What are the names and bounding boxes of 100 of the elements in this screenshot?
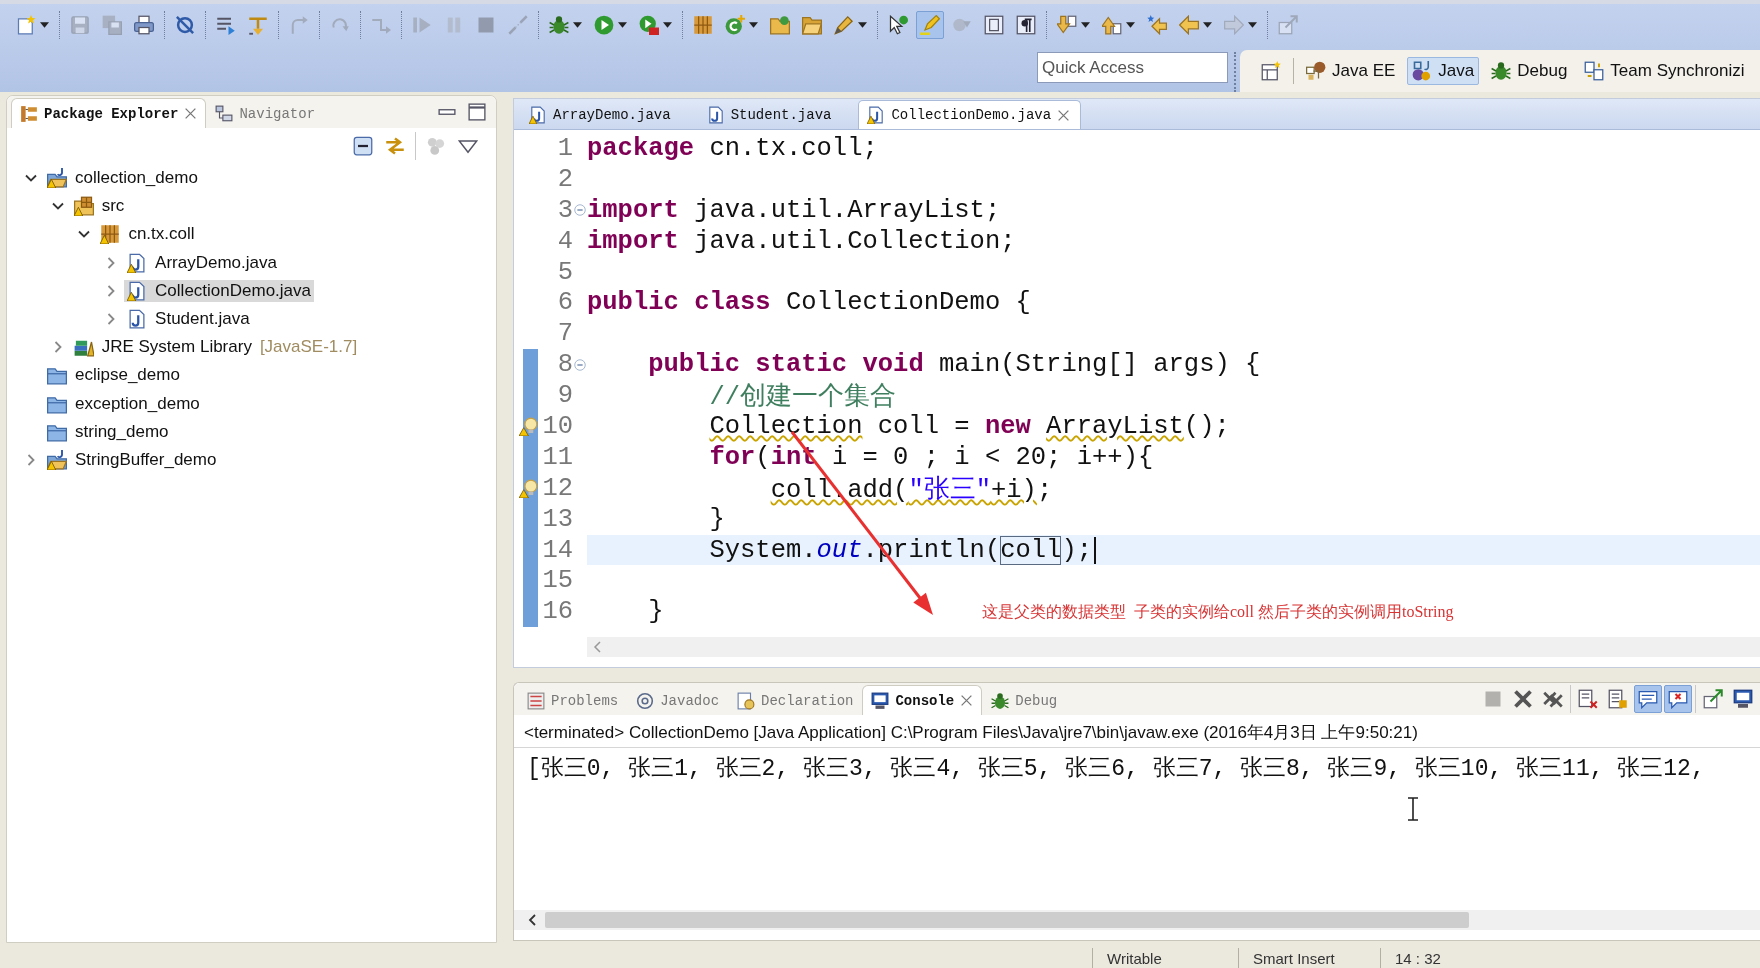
perspective-button[interactable]: Debug [1486, 57, 1573, 85]
down-arrow-icon [1057, 14, 1077, 35]
dashed-line-icon [508, 14, 528, 35]
caret-icon [749, 21, 758, 28]
close-icon[interactable] [960, 694, 974, 707]
toolbar-button[interactable] [1634, 685, 1662, 713]
view-tab[interactable]: Javadoc [627, 685, 729, 715]
box-arrow-icon [1278, 14, 1298, 35]
code-line: } [648, 597, 664, 627]
line-number: 11 [541, 442, 573, 472]
ring-icon [636, 691, 655, 710]
toolbar-button[interactable] [1664, 685, 1692, 713]
code-line: Collection coll = new ArrayList(); [709, 411, 1230, 441]
tree-item[interactable]: ArrayDemo.java [124, 251, 280, 274]
slashed-circle-icon [175, 14, 195, 35]
line-number: 15 [541, 566, 573, 596]
pointer-icon [888, 14, 908, 35]
tree-boxes-icon [20, 104, 38, 123]
code-line: } [709, 504, 725, 534]
scrollbar-thumb[interactable] [545, 912, 1469, 928]
package-icon [693, 14, 713, 35]
bug-icon [549, 14, 569, 35]
cross-icon [1513, 689, 1533, 709]
perspective-button[interactable]: Team Synchronizi [1579, 57, 1750, 85]
line-number: 10 [541, 411, 573, 441]
tree-item[interactable]: exception_demo [44, 392, 203, 415]
tree-item[interactable]: Student.java [124, 308, 253, 331]
speech-bubble-icon [1638, 689, 1658, 709]
code-line: for(int i = 0 ; i < 20; i++){ [709, 442, 1154, 472]
monitor-icon [871, 691, 890, 710]
line-number: 1 [556, 133, 573, 163]
editor-tab[interactable]: Student.java [697, 100, 859, 129]
caret-icon [1203, 21, 1212, 28]
link-arrows-icon [385, 136, 405, 156]
minus-circle-icon[interactable] [574, 358, 586, 371]
horizontal-scrollbar[interactable] [514, 910, 1760, 930]
perspective-button[interactable]: Java EE [1301, 57, 1401, 85]
text-cursor-icon [1407, 797, 1419, 821]
floppy-disks-icon [102, 14, 122, 35]
back-arrow-icon [1179, 14, 1199, 35]
status-field: 14 : 32 [1380, 948, 1510, 968]
view-tab[interactable]: Debug [982, 685, 1067, 715]
pen-icon [834, 14, 854, 35]
caret-icon [618, 21, 627, 28]
view-tab[interactable]: Declaration [728, 685, 863, 715]
curved-arrow-icon [289, 14, 309, 35]
line-number: 7 [556, 319, 573, 349]
tree-item[interactable]: StringBuffer_demo [44, 448, 220, 471]
code-line: public static void main(String[] args) { [648, 350, 1261, 380]
page-square-icon [1608, 689, 1628, 709]
line-number: 6 [556, 288, 573, 318]
caret-icon [858, 21, 867, 28]
run-icon [594, 14, 614, 35]
list-icon [527, 691, 545, 710]
two-pages-icon [1584, 61, 1605, 81]
tree-item[interactable]: collection_demo [44, 167, 201, 190]
error-bubble-icon [1668, 689, 1688, 709]
view-tab[interactable]: Package Explorer [11, 98, 207, 128]
view-tab[interactable]: Problems [518, 685, 628, 715]
code-line: import java.util.ArrayList; [587, 195, 1001, 225]
code-line: package cn.tx.coll; [587, 133, 878, 163]
caret-icon [40, 21, 49, 28]
highlighter-icon [920, 14, 940, 35]
console-output: [张三0, 张三1, 张三2, 张三3, 张三4, 张三5, 张三6, 张三7, 张三8, 张三9, 张三10, 张三11, 张三12, [526, 755, 1706, 783]
line-number: 14 [541, 535, 573, 565]
horizontal-scrollbar[interactable] [587, 637, 1760, 657]
tree-item[interactable]: src [70, 195, 128, 218]
close-icon[interactable] [184, 107, 198, 120]
editor-tab[interactable]: CollectionDemo.java [858, 100, 1082, 129]
line-number: 2 [556, 164, 573, 194]
tree-nodes-icon [215, 104, 234, 123]
tree-item[interactable]: eclipse_demo [44, 364, 183, 387]
printer-icon [134, 14, 154, 35]
monitor-icon [1733, 689, 1753, 709]
line-number: 9 [556, 381, 573, 411]
open-folder-icon [802, 14, 822, 35]
tree-item[interactable]: CollectionDemo.java [124, 279, 314, 302]
console-header: <terminated> CollectionDemo [Java Application] C:\Program Files\Java\jre7\bin\javaw.exe (2016年4月3日 上午9:50:21) [514, 715, 1760, 748]
quick-access-field[interactable]: Quick Access [1037, 52, 1228, 83]
view-tab[interactable]: Navigator [206, 98, 325, 128]
text-caret [1094, 536, 1097, 564]
tree-item[interactable]: cn.tx.coll [97, 223, 198, 246]
line-number: 5 [556, 257, 573, 287]
status-field: Writable [1092, 948, 1238, 968]
box-arrow-icon [1703, 689, 1723, 709]
tree-item[interactable]: string_demo [44, 420, 172, 443]
perspective-button[interactable]: Java [1407, 57, 1480, 85]
line-number: 12 [541, 473, 573, 503]
tree-item[interactable]: JRE System Library [JavaSE-1.7] [70, 336, 361, 359]
view-tab[interactable]: Console [862, 685, 983, 715]
close-icon[interactable] [1057, 108, 1071, 122]
editor-tab[interactable]: ArrayDemo.java [520, 100, 698, 129]
code-line: import java.util.Collection; [587, 226, 1016, 256]
caret-icon [1248, 21, 1257, 28]
double-cross-icon [1543, 689, 1563, 709]
code-line: public class CollectionDemo { [587, 288, 1031, 318]
circles-icon [1412, 61, 1433, 81]
page-dot-icon [737, 691, 756, 710]
minus-circle-icon[interactable] [574, 204, 586, 217]
status-field: Smart Insert [1238, 948, 1380, 968]
